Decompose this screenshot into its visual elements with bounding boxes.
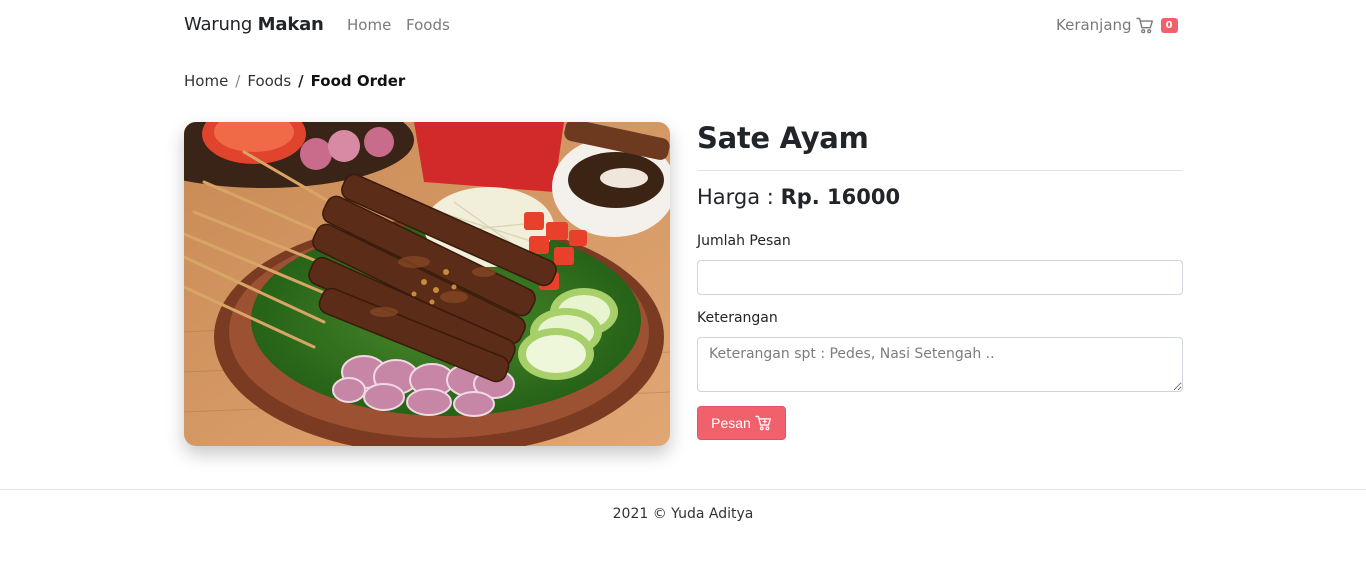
footer: 2021 © Yuda Aditya [0,489,1366,576]
note-textarea[interactable] [697,337,1183,392]
breadcrumb-current: Food Order [310,72,406,90]
price-label: Harga : [697,185,774,209]
food-price: Harga : Rp. 16000 [697,185,900,209]
quantity-label: Jumlah Pesan [697,233,791,249]
note-label: Keterangan [697,310,778,326]
divider [697,170,1183,171]
food-title: Sate Ayam [697,121,869,155]
cart-icon [1135,17,1153,33]
nav-link-foods[interactable]: Foods [406,16,450,34]
breadcrumb-home[interactable]: Home [184,72,228,90]
breadcrumb-foods[interactable]: Foods [247,72,291,90]
navbar: Warung Makan Home Foods Keranjang 0 [0,0,1366,50]
cart-icon [755,415,771,431]
order-button-label: Pesan [711,415,751,431]
brand-regular: Warung [184,14,253,35]
price-value: Rp. 16000 [780,185,901,209]
food-image [184,122,670,446]
breadcrumb: Home / Foods / Food Order [184,72,405,90]
footer-copyright: 2021 © Yuda Aditya [612,506,754,522]
brand-logo[interactable]: Warung Makan [184,14,324,35]
cart-label: Keranjang [1056,16,1132,34]
cart-link[interactable]: Keranjang 0 [1056,16,1178,34]
breadcrumb-separator: / [298,72,304,90]
brand-bold: Makan [257,14,324,35]
quantity-input[interactable] [697,260,1183,295]
breadcrumb-separator: / [235,72,241,90]
cart-count-badge: 0 [1160,17,1178,33]
order-button[interactable]: Pesan [697,406,786,440]
nav-link-home[interactable]: Home [347,16,391,34]
